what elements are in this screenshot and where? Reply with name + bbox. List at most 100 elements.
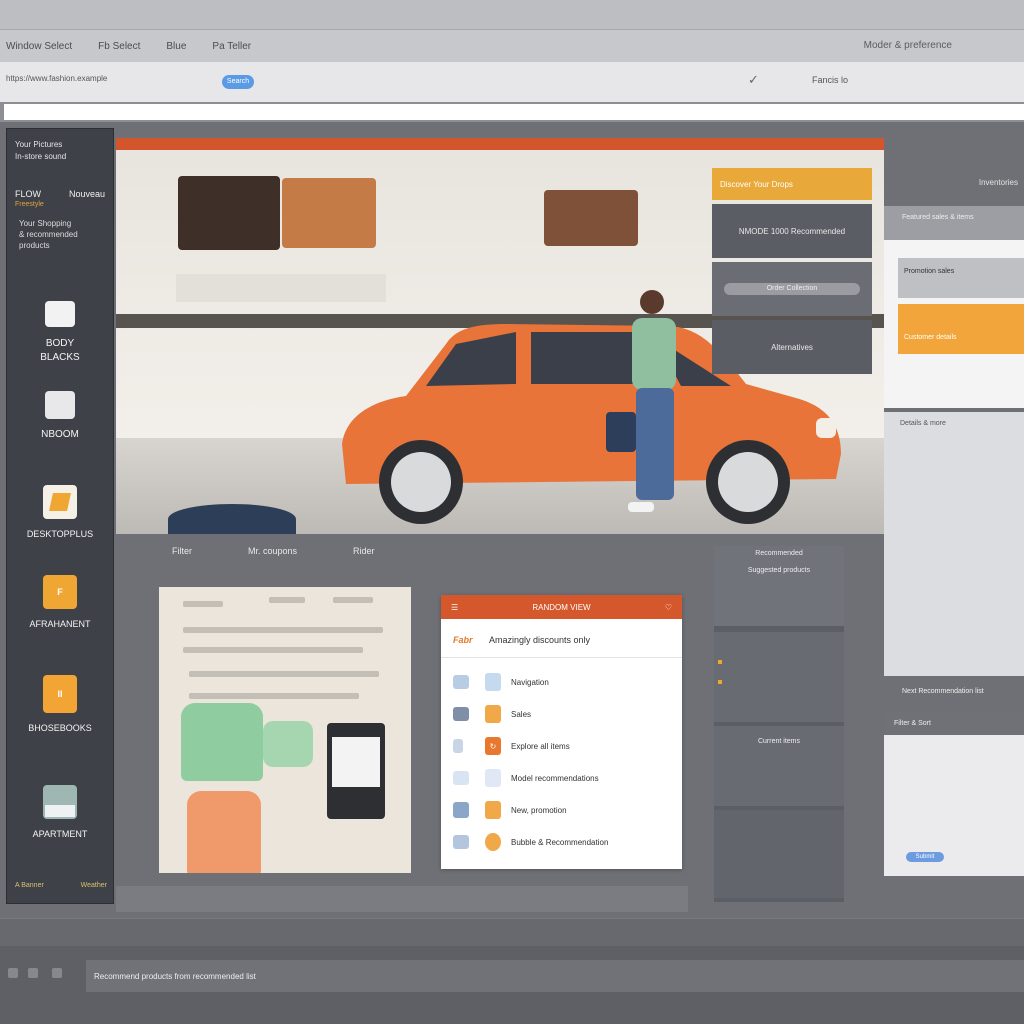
navigation-icon <box>453 675 469 689</box>
window-icon <box>45 301 75 327</box>
tab-flow[interactable]: FLOW <box>15 189 41 199</box>
recommendation-menu: Discover Your Drops NMODE 1000 Recommend… <box>712 168 872 374</box>
window-topband <box>0 0 1024 30</box>
card-text: Filter & Sort <box>884 712 1024 735</box>
list-block[interactable] <box>714 810 844 898</box>
footer-weather-link[interactable]: Weather <box>81 882 107 889</box>
sidebar-item-label: NBOOM <box>41 429 79 440</box>
filter-tab[interactable]: Filter <box>172 546 192 556</box>
list-item[interactable]: ↻ Explore all items <box>441 730 682 762</box>
box-icon <box>453 835 469 849</box>
list-item-label: Explore all items <box>511 741 570 751</box>
card-text: Customer details <box>898 304 1024 354</box>
brand-row: Fabr Amazingly discounts only <box>441 619 682 658</box>
badge-icon <box>485 833 501 851</box>
taskbar-field[interactable]: Recommend products from recommended list <box>86 960 1024 992</box>
sidebar-item-label: BODY BLACKS <box>40 338 80 363</box>
text-line <box>189 693 359 699</box>
book-icon: II <box>43 675 77 713</box>
list-item-label: New, promotion <box>511 805 567 815</box>
bag-tan-image <box>282 178 376 248</box>
brand-logo: Fabr <box>453 635 473 645</box>
hero-accent-stripe <box>116 138 884 150</box>
green-shirt-image <box>181 703 263 781</box>
text-line <box>333 597 373 603</box>
list-item-label: Sales <box>511 709 532 719</box>
card-text: Featured sales & items <box>902 214 974 221</box>
user-menu[interactable]: Fancis lo <box>812 75 848 85</box>
sidebar-item-afrahanent[interactable]: F AFRAHANENT <box>7 575 113 629</box>
list-block[interactable] <box>714 632 844 722</box>
details-card[interactable]: Details & more <box>884 412 1024 676</box>
filter-tab[interactable]: Rider <box>353 546 375 556</box>
promotion-card[interactable]: Promotion sales Customer details <box>884 240 1024 408</box>
sidebar-item-label: APARTMENT <box>32 829 88 839</box>
menu-row-search[interactable]: Order Collection <box>712 262 872 316</box>
sidebar-item-nboom[interactable]: NBOOM <box>7 391 113 440</box>
bag-brown-image <box>544 190 638 246</box>
filter-tab[interactable]: Mr. coupons <box>248 546 297 556</box>
floor-mat <box>168 504 296 534</box>
car-icon <box>453 707 469 721</box>
bag-icon <box>485 801 501 819</box>
text-line <box>183 601 223 607</box>
filter-card[interactable]: Filter & Sort Submit <box>884 712 1024 876</box>
text-line <box>189 671 379 677</box>
random-view-popup: ☰ RANDOM VIEW ♡ Fabr Amazingly discounts… <box>441 595 682 869</box>
order-collection-field[interactable]: Order Collection <box>724 283 860 295</box>
content-scrollbar[interactable] <box>116 886 688 912</box>
list-sub: Suggested products <box>747 567 811 574</box>
search-button[interactable]: Search <box>222 75 254 89</box>
bottom-dock: Recommend products from recommended list <box>0 918 1024 1024</box>
footer-banner-link[interactable]: A Banner <box>15 882 44 889</box>
list-item-label: Bubble & Recommendation <box>511 837 609 847</box>
list-item[interactable]: Navigation <box>441 666 682 698</box>
submit-chip[interactable]: Submit <box>906 852 944 862</box>
tab-nouveau[interactable]: Nouveau <box>69 189 105 199</box>
product-card[interactable] <box>159 587 411 873</box>
sidebar-header: Your Pictures In-store sound <box>15 140 67 161</box>
app-icon[interactable] <box>52 968 62 978</box>
menu-item[interactable]: Fb Select <box>98 41 140 52</box>
list-item-label: Model recommendations <box>511 773 599 783</box>
list-item-label: Navigation <box>511 677 549 687</box>
sidebar-item-body[interactable]: BODY BLACKS <box>7 301 113 365</box>
featured-card[interactable]: Featured sales & items <box>884 206 1024 240</box>
menu-header[interactable]: Discover Your Drops <box>712 168 872 200</box>
window-icon <box>45 391 75 419</box>
list-item[interactable]: New, promotion <box>441 794 682 826</box>
menu-icon[interactable]: ☰ <box>451 603 458 612</box>
list-item[interactable]: Bubble & Recommendation <box>441 826 682 858</box>
list-block[interactable]: Current items <box>714 726 844 806</box>
phone-image <box>327 723 385 819</box>
list-block[interactable]: Recommended Suggested products <box>714 546 844 626</box>
list-title: Recommended <box>755 550 803 557</box>
menu-item[interactable]: Window Select <box>6 41 72 52</box>
right-column: Inventories Featured sales & items Promo… <box>884 168 1024 908</box>
mobile-icon <box>485 673 501 691</box>
popup-title: RANDOM VIEW <box>532 602 591 612</box>
app-icon[interactable] <box>28 968 38 978</box>
sidebar-tabs: FLOW Nouveau <box>7 189 113 199</box>
taskbar-text: Recommend products from recommended list <box>94 972 256 981</box>
next-caption: Next Recommendation list <box>902 688 984 695</box>
tag-icon <box>485 769 501 787</box>
sidebar-item-bhosebooks[interactable]: II BHOSEBOOKS <box>7 675 113 733</box>
text-line <box>183 627 383 633</box>
sidebar-item-desktop[interactable]: DESKTOPPLUS <box>7 485 113 539</box>
heart-icon[interactable]: ♡ <box>665 603 672 612</box>
preferences-link[interactable]: Moder & preference <box>864 40 952 51</box>
url-input[interactable]: https://www.fashion.example <box>6 74 216 86</box>
check-icon[interactable]: ✓ <box>748 72 759 88</box>
list-item[interactable]: Sales <box>441 698 682 730</box>
menu-item[interactable]: Blue <box>166 41 186 52</box>
app-icon[interactable] <box>8 968 18 978</box>
sidebar-item-apartment[interactable]: APARTMENT <box>7 785 113 839</box>
filter-row: Filter Mr. coupons Rider <box>172 546 375 556</box>
list-item[interactable]: Model recommendations <box>441 762 682 794</box>
green-shirt-image <box>263 721 313 767</box>
menu-row[interactable]: NMODE 1000 Recommended <box>712 204 872 258</box>
menu-row[interactable]: Alternatives <box>712 320 872 374</box>
lock-icon <box>485 705 501 723</box>
menu-item[interactable]: Pa Teller <box>212 41 251 52</box>
